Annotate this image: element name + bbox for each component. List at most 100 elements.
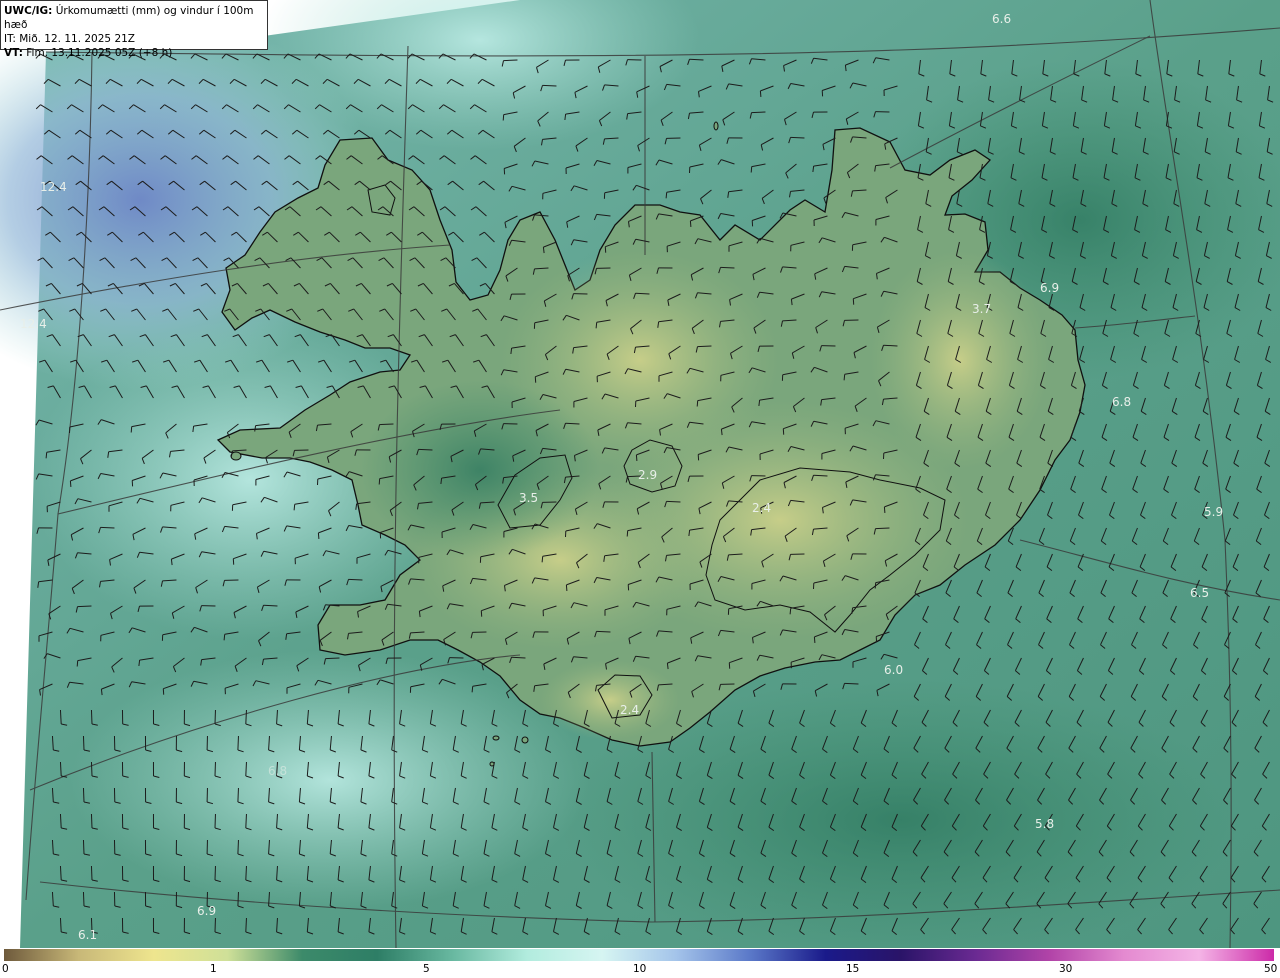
map-header: UWC/IG: Úrkomumætti (mm) og vindur í 100…: [0, 0, 268, 59]
wind-barb-feather: [759, 90, 762, 97]
header-valid-time: Fim. 13.11.2025 05Z (+8 h): [26, 47, 173, 59]
value-label: 12.4: [20, 317, 47, 331]
wind-barb-feather: [76, 660, 79, 667]
wind-barb: [77, 605, 92, 608]
wind-barb-feather: [665, 192, 668, 199]
forecast-map: 6.6 12.4 12.4 6.9 3.7 6.8 2.9 3.5 2.4 5.…: [0, 0, 1280, 948]
wind-barb: [697, 345, 712, 348]
value-label: 6.5: [1190, 586, 1209, 600]
header-title-line: UWC/IG: Úrkomumætti (mm) og vindur í 100…: [4, 4, 264, 32]
wind-barb-feather: [440, 478, 443, 485]
map-canvas: 6.6 12.4 12.4 6.9 3.7 6.8 2.9 3.5 2.4 5.…: [0, 0, 1280, 948]
wind-barb-feather: [758, 400, 761, 407]
wind-barb-feather: [812, 166, 815, 173]
header-init-time: IT: Mið. 12. 11. 2025 21Z: [4, 33, 135, 45]
wind-barb: [245, 917, 247, 933]
wind-barb: [237, 787, 239, 803]
value-label: 3.5: [519, 491, 538, 505]
wind-barb: [666, 500, 681, 503]
wind-barb: [90, 709, 93, 725]
wind-barb-feather: [223, 634, 226, 641]
value-label: 6.9: [1040, 281, 1059, 295]
wind-barb-feather: [418, 611, 421, 618]
colorbar-tick-label: 50: [1264, 963, 1278, 975]
wind-barb: [245, 865, 247, 881]
wind-barb: [348, 578, 363, 581]
wind-barb-feather: [45, 452, 48, 459]
land-shade-east: [870, 250, 1050, 470]
header-prefix: UWC/IG:: [4, 5, 53, 17]
wind-barb: [379, 423, 394, 426]
wind-barb: [90, 761, 93, 777]
wind-barb-feather: [720, 429, 723, 436]
value-label: 3.7: [972, 302, 991, 316]
wind-barb-feather: [69, 480, 72, 487]
wind-barb: [503, 59, 518, 62]
header-valid-line: VT: Fim. 13.11.2025 05Z (+8 h): [4, 46, 264, 60]
wind-barb: [237, 839, 239, 855]
value-label: 2.4: [752, 501, 771, 515]
colorbar-tick-label: 30: [1059, 963, 1073, 975]
wind-barb-feather: [883, 506, 886, 513]
wind-barb-feather: [790, 299, 793, 306]
wind-barb-feather: [595, 322, 598, 329]
wind-barb: [720, 266, 735, 269]
wind-barb-feather: [843, 374, 846, 381]
value-label: 6.6: [992, 12, 1011, 26]
wind-barb-feather: [696, 400, 699, 407]
wind-barb-feather: [170, 559, 173, 566]
wind-barb: [82, 735, 85, 751]
wind-barb: [844, 682, 859, 685]
wind-barb-feather: [130, 426, 133, 433]
wind-barb-feather: [666, 663, 669, 670]
wind-barb: [82, 839, 85, 855]
colorbar: [4, 949, 1274, 961]
wind-barb: [90, 813, 93, 829]
wind-barb: [245, 709, 247, 725]
wind-barb-feather: [844, 65, 847, 72]
wind-barb: [875, 527, 890, 530]
wind-barb: [245, 761, 247, 777]
wind-barb-feather: [100, 689, 103, 696]
value-label: 12.4: [40, 180, 67, 194]
wind-barb: [90, 865, 93, 881]
wind-barb-feather: [874, 582, 877, 589]
wind-barb-feather: [626, 530, 629, 537]
wind-barb: [237, 735, 239, 751]
colorbar-tick-label: 5: [423, 963, 430, 975]
wind-barb-feather: [635, 454, 638, 461]
wind-barb: [245, 813, 247, 829]
wind-barb-feather: [813, 636, 816, 643]
wind-barb-feather: [471, 686, 474, 693]
wind-barb-feather: [565, 584, 568, 591]
wind-barb-feather: [317, 532, 320, 539]
value-label: 5.9: [1204, 505, 1223, 519]
wind-barb-feather: [542, 247, 545, 254]
value-label: 6.8: [1112, 395, 1131, 409]
wind-barb-feather: [378, 478, 381, 485]
value-label: 6.9: [197, 904, 216, 918]
value-label: 6.0: [884, 663, 903, 677]
value-label: 5.8: [1035, 817, 1054, 831]
wind-barb: [418, 448, 433, 451]
colorbar-tick-label: 1: [210, 963, 217, 975]
wind-barb-feather: [138, 660, 141, 667]
wind-barb-feather: [541, 556, 544, 563]
wind-barb: [82, 787, 85, 803]
wind-barb: [751, 111, 766, 114]
wind-barb: [237, 891, 239, 907]
wind-barb-feather: [688, 530, 691, 537]
colorbar-tick-label: 15: [846, 963, 860, 975]
value-label: 2.4: [620, 703, 639, 717]
wind-barb-feather: [502, 114, 505, 121]
wind-barb: [82, 891, 85, 907]
wind-barb-feather: [750, 166, 753, 173]
header-valid-prefix: VT:: [4, 47, 23, 59]
wind-barb-feather: [293, 504, 296, 511]
wind-barb: [542, 84, 557, 87]
value-label: 6.1: [78, 928, 97, 942]
wind-barb: [596, 630, 611, 633]
wind-barb-feather: [789, 608, 792, 615]
wind-barb: [100, 526, 115, 529]
colorbar-labels: 0 1 5 10 15 30 50: [0, 962, 1280, 978]
